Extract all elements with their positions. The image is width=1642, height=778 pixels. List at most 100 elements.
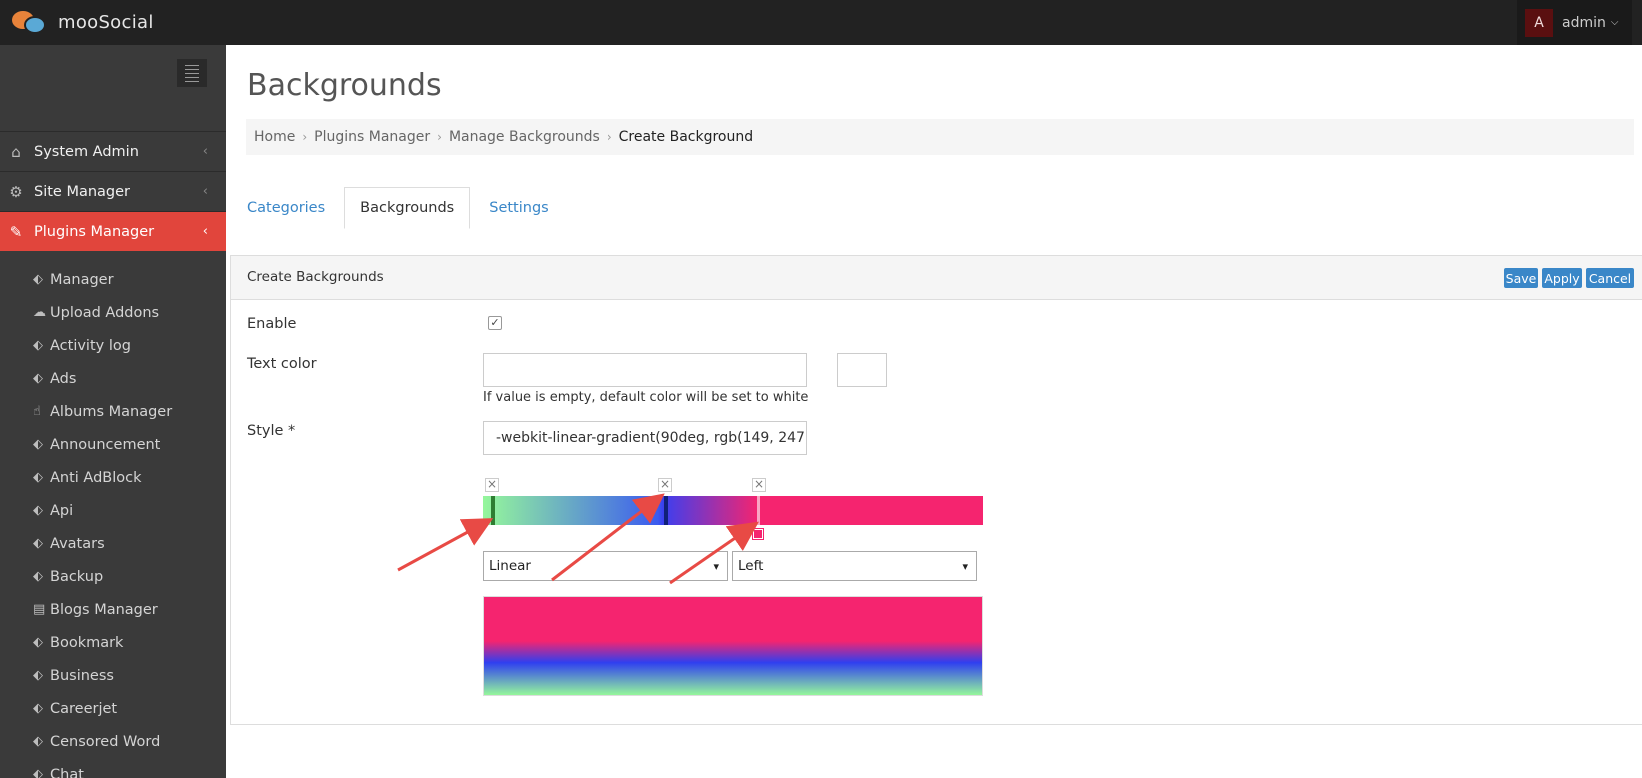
- tag-icon: ⬖: [33, 734, 43, 749]
- tag-icon: ⬖: [33, 272, 43, 287]
- breadcrumb-plugins-manager[interactable]: Plugins Manager: [314, 129, 430, 145]
- sidebar-subitem-label: Upload Addons: [50, 304, 160, 321]
- apply-button[interactable]: Apply: [1542, 268, 1582, 288]
- chevron-down-icon: ▾: [713, 559, 719, 573]
- sidebar-subitem-backup[interactable]: ⬖ Backup: [33, 560, 103, 593]
- sidebar-subitem-label: Manager: [50, 271, 114, 288]
- moosocial-logo-icon: [10, 9, 46, 35]
- panel-title: Create Backgrounds: [247, 269, 384, 285]
- gears-icon: ⚙: [9, 182, 23, 201]
- sidebar-subitem-label: Announcement: [50, 436, 161, 453]
- tab-bar: Categories Backgrounds Settings: [246, 187, 550, 229]
- comment-icon: ▤: [33, 602, 46, 617]
- gradient-direction-value: Left: [738, 558, 764, 574]
- sidebar-subitem-business[interactable]: ⬖ Business: [33, 659, 114, 692]
- remove-stop-1-close-icon[interactable]: ×: [485, 478, 499, 492]
- chevron-down-icon: ⌵: [1610, 17, 1619, 28]
- sidebar-subitem-api[interactable]: ⬖ Api: [33, 494, 73, 527]
- sidebar-subitem-chat[interactable]: ⬖ Chat: [33, 758, 84, 778]
- gradient-stop-1[interactable]: [491, 496, 495, 525]
- breadcrumb-home[interactable]: Home: [254, 129, 295, 145]
- sidebar-subitem-label: Albums Manager: [50, 403, 173, 420]
- sidebar-item-label: Plugins Manager: [34, 223, 155, 240]
- sidebar-toggle-button[interactable]: [177, 59, 207, 87]
- tab-categories[interactable]: Categories: [246, 187, 326, 229]
- sidebar-subitem-albums-manager[interactable]: ☝ Albums Manager: [33, 395, 172, 428]
- remove-stop-2-close-icon[interactable]: ×: [658, 478, 672, 492]
- style-input[interactable]: -webkit-linear-gradient(90deg, rgb(149, …: [483, 421, 807, 455]
- sidebar-subitem-label: Blogs Manager: [50, 601, 158, 618]
- panel-header: Create Backgrounds Save Apply Cancel: [231, 256, 1642, 300]
- top-navbar: mooSocial A admin ⌵: [0, 0, 1642, 45]
- gradient-direction-select[interactable]: Left ▾: [732, 551, 977, 581]
- sidebar-item-plugins-manager[interactable]: ✎ Plugins Manager ‹: [0, 211, 226, 251]
- sidebar-subitem-label: Bookmark: [50, 634, 124, 651]
- sidebar: ⌂ System Admin ‹ ⚙ Site Manager ‹ ✎ Plug…: [0, 45, 226, 778]
- tab-backgrounds[interactable]: Backgrounds: [344, 187, 471, 229]
- gradient-type-value: Linear: [489, 558, 531, 574]
- sidebar-subitem-activity-log[interactable]: ⬖ Activity log: [33, 329, 131, 362]
- page-title: Backgrounds: [247, 68, 442, 103]
- gradient-stop-2[interactable]: [664, 496, 668, 525]
- breadcrumb-manage-backgrounds[interactable]: Manage Backgrounds: [449, 129, 600, 145]
- cancel-button[interactable]: Cancel: [1586, 268, 1634, 288]
- plug-icon: ✎: [9, 222, 23, 241]
- sidebar-subitem-label: Careerjet: [50, 700, 118, 717]
- text-color-help: If value is empty, default color will be…: [483, 390, 809, 405]
- text-color-swatch[interactable]: [837, 353, 887, 387]
- sidebar-subitem-label: Chat: [50, 766, 84, 778]
- user-menu[interactable]: A admin ⌵: [1517, 0, 1632, 45]
- enable-checkbox[interactable]: ✓: [488, 316, 502, 330]
- chevron-left-icon: ‹: [202, 184, 208, 199]
- brand-name: mooSocial: [58, 11, 154, 33]
- sidebar-subitem-label: Api: [50, 502, 74, 519]
- sidebar-subitem-avatars[interactable]: ⬖ Avatars: [33, 527, 105, 560]
- text-color-label: Text color: [247, 356, 317, 372]
- sidebar-subitem-label: Anti AdBlock: [50, 469, 142, 486]
- gradient-stop-bar[interactable]: [483, 496, 983, 525]
- sidebar-subitem-anti-adblock[interactable]: ⬖ Anti AdBlock: [33, 461, 142, 494]
- tag-icon: ⬖: [33, 437, 43, 452]
- sidebar-subitem-censored-word[interactable]: ⬖ Censored Word: [33, 725, 160, 758]
- tag-icon: ⬖: [33, 371, 43, 386]
- user-name: admin: [1562, 14, 1606, 31]
- create-background-panel: Create Backgrounds Save Apply Cancel Ena…: [230, 255, 1642, 725]
- sidebar-subitem-ads[interactable]: ⬖ Ads: [33, 362, 76, 395]
- sidebar-item-site-manager[interactable]: ⚙ Site Manager ‹: [0, 171, 226, 211]
- breadcrumb: Home › Plugins Manager › Manage Backgrou…: [246, 119, 1634, 155]
- sidebar-subitem-label: Business: [50, 667, 114, 684]
- gradient-type-select[interactable]: Linear ▾: [483, 551, 728, 581]
- tag-icon: ⬖: [33, 701, 43, 716]
- sidebar-subitem-careerjet[interactable]: ⬖ Careerjet: [33, 692, 117, 725]
- sidebar-subitem-upload-addons[interactable]: ☁ Upload Addons: [33, 296, 159, 329]
- tag-icon: ⬖: [33, 668, 43, 683]
- sidebar-item-system-admin[interactable]: ⌂ System Admin ‹: [0, 131, 226, 171]
- gradient-preview: [483, 596, 983, 696]
- tag-icon: ⬖: [33, 470, 43, 485]
- chevron-left-icon: ‹: [202, 144, 208, 159]
- gradient-stop-color-handle[interactable]: [752, 528, 764, 540]
- brand-link[interactable]: mooSocial: [10, 9, 154, 35]
- save-button[interactable]: Save: [1504, 268, 1538, 288]
- sidebar-item-label: System Admin: [34, 143, 139, 160]
- sidebar-subitem-label: Avatars: [50, 535, 105, 552]
- sidebar-subitem-manager[interactable]: ⬖ Manager: [33, 263, 114, 296]
- text-color-input[interactable]: [483, 353, 807, 387]
- tab-settings[interactable]: Settings: [488, 187, 549, 229]
- gradient-stop-3[interactable]: [757, 496, 760, 525]
- chevron-down-icon: ▾: [962, 559, 968, 573]
- sidebar-subitem-label: Backup: [50, 568, 104, 585]
- sidebar-subitem-blogs-manager[interactable]: ▤ Blogs Manager: [33, 593, 158, 626]
- home-icon: ⌂: [11, 142, 21, 161]
- chevron-right-icon: ›: [302, 130, 308, 144]
- tag-icon: ⬖: [33, 569, 43, 584]
- style-label: Style *: [247, 423, 296, 439]
- sidebar-subitem-bookmark[interactable]: ⬖ Bookmark: [33, 626, 123, 659]
- breadcrumb-current: Create Background: [618, 129, 754, 145]
- sidebar-subitem-announcement[interactable]: ⬖ Announcement: [33, 428, 160, 461]
- enable-label: Enable: [247, 316, 297, 332]
- sidebar-subitem-label: Censored Word: [50, 733, 161, 750]
- remove-stop-3-close-icon[interactable]: ×: [752, 478, 766, 492]
- chevron-right-icon: ›: [606, 130, 612, 144]
- avatar: A: [1525, 8, 1553, 37]
